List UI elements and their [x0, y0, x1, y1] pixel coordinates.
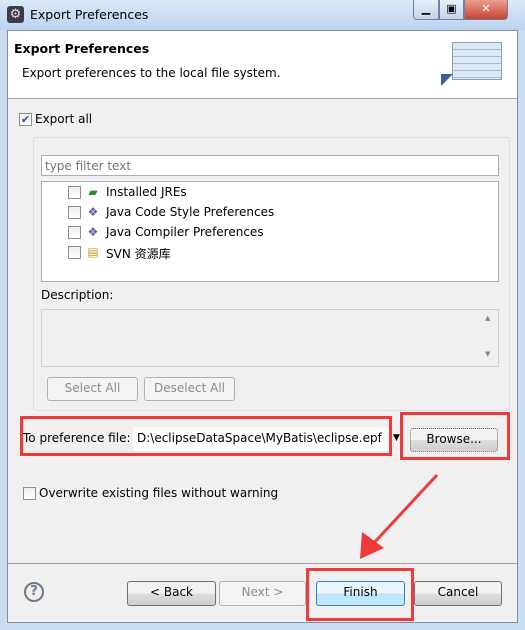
annotation-arrow	[360, 473, 439, 559]
